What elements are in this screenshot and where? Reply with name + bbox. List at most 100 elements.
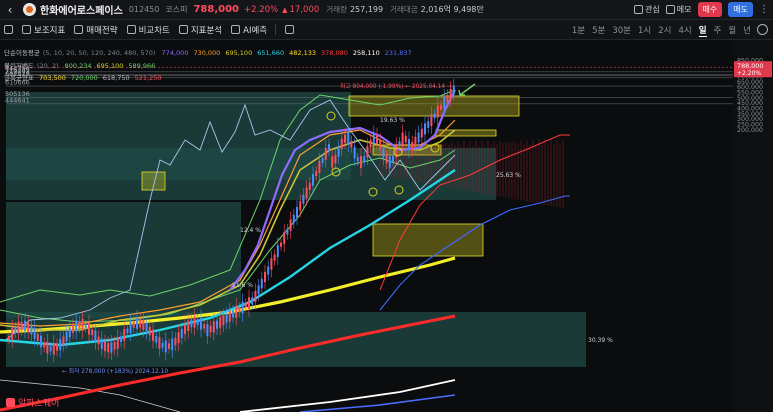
candle-body-0 xyxy=(8,336,10,340)
stock-name[interactable]: 한화에어로스페이스 xyxy=(40,2,123,17)
price-chart[interactable]: 7447967192027120736928296106665051364446… xyxy=(0,40,773,412)
candle-body-40 xyxy=(136,317,138,329)
period-tab-6[interactable]: 일 xyxy=(698,24,707,37)
candle-body-47 xyxy=(158,336,161,349)
indicator-button[interactable]: 보조지표 xyxy=(22,24,65,36)
candle-body-75 xyxy=(248,297,250,309)
candle-body-85 xyxy=(280,242,282,247)
period-tab-7[interactable]: 주 xyxy=(714,24,722,37)
candle-body-19 xyxy=(68,327,71,338)
candle-body-49 xyxy=(164,340,167,353)
period-tab-3[interactable]: 1시 xyxy=(638,24,651,37)
candle-body-81 xyxy=(267,266,270,275)
memo-button[interactable]: 메모 xyxy=(665,4,692,15)
candle-body-57 xyxy=(190,319,193,328)
period-tab-9[interactable]: 년 xyxy=(743,24,751,37)
period-tab-5[interactable]: 4시 xyxy=(678,24,691,37)
candle-body-86 xyxy=(283,232,286,245)
ma-legend[interactable]: 단순이동평균 (5, 10, 20, 50, 120, 240, 480, 570… xyxy=(4,47,417,57)
volume-value: 257,199 xyxy=(349,5,384,14)
change-absolute: 17,000 xyxy=(289,4,320,15)
analysis-icon xyxy=(178,25,188,34)
candle-body-91 xyxy=(299,201,302,211)
candle-body-119 xyxy=(388,156,391,168)
sell-button[interactable]: 매도 xyxy=(728,2,753,17)
company-logo xyxy=(23,3,36,16)
period-tab-8[interactable]: 월 xyxy=(728,24,736,37)
candle-body-66 xyxy=(219,317,222,328)
interest-label: 관심 xyxy=(645,5,660,14)
ai-label: AI예측 xyxy=(243,25,268,36)
candle-body-73 xyxy=(241,301,244,314)
candle-body-2 xyxy=(14,327,17,334)
ai-predict-button[interactable]: AI예측 xyxy=(231,24,267,36)
strategy-label: 매매전략 xyxy=(86,25,118,36)
candle-body-138 xyxy=(449,88,452,100)
candle-body-133 xyxy=(433,113,436,119)
ma-value-4: 482,133 xyxy=(289,49,316,57)
ichimoku-value-1: 720,000 xyxy=(70,74,98,82)
period-tab-4[interactable]: 2시 xyxy=(658,24,671,37)
screenshot-button[interactable] xyxy=(285,25,295,34)
candle-body-118 xyxy=(385,155,388,164)
stock-header-bar: ‹ 한화에어로스페이스 012450 코스피 788,000 +2.20% ▲ … xyxy=(0,0,773,20)
period-tab-1[interactable]: 5분 xyxy=(592,24,605,37)
candle-body-22 xyxy=(78,321,81,328)
settings-gear-icon[interactable] xyxy=(757,24,768,35)
panel-icon xyxy=(4,25,13,34)
candle-body-128 xyxy=(417,132,420,143)
candle-body-35 xyxy=(120,336,122,342)
candle-body-9 xyxy=(36,333,39,342)
candle-body-109 xyxy=(356,157,359,162)
candle-body-27 xyxy=(94,330,97,343)
watermark-text: 알파스퀘어 xyxy=(18,399,60,409)
ma-value-5: 378,080 xyxy=(321,49,348,57)
candle-body-72 xyxy=(238,307,241,313)
chart-toolbar: 보조지표 매매전략 비교차트 지표분석 AI예측 1분 5분 30분 1시 2시 4시 일 주… xyxy=(0,20,773,40)
candle-body-113 xyxy=(369,139,372,148)
candle-body-92 xyxy=(302,194,305,204)
strategy-button[interactable]: 매매전략 xyxy=(74,24,118,36)
candle-body-95 xyxy=(312,174,314,186)
candle-body-131 xyxy=(427,121,430,128)
back-arrow-icon[interactable]: ‹ xyxy=(3,3,17,17)
candle-body-5 xyxy=(24,320,26,332)
period-tab-2[interactable]: 30분 xyxy=(612,24,631,37)
more-menu-icon[interactable]: ⋮ xyxy=(759,4,769,15)
indicator-label: 보조지표 xyxy=(34,25,66,36)
amount-value: 2,016억 9,498만 xyxy=(420,5,484,14)
current-price: 788,000 xyxy=(193,4,239,15)
compare-label: 비교차트 xyxy=(138,25,170,36)
high-price-annotation: 최고 804,000 (-1.99%) ← 2025.04.14 → xyxy=(340,82,452,90)
up-triangle-icon: ▲ xyxy=(282,5,288,14)
candle-body-80 xyxy=(264,271,266,283)
memo-label: 메모 xyxy=(676,5,692,14)
ma-value-3: 651,660 xyxy=(257,49,285,57)
buy-button[interactable]: 매수 xyxy=(697,2,723,17)
candle-body-56 xyxy=(187,320,190,332)
candle-body-41 xyxy=(139,319,142,328)
interest-button[interactable]: 관심 xyxy=(634,4,660,15)
candle-body-52 xyxy=(174,337,177,346)
current-price-tag-change: +2.20% xyxy=(737,70,761,77)
indicator-icon xyxy=(22,25,31,34)
period-tab-0[interactable]: 1분 xyxy=(572,24,585,37)
candle-body-21 xyxy=(75,320,78,332)
candle-body-6 xyxy=(27,322,30,333)
candle-body-93 xyxy=(305,187,308,199)
candle-body-8 xyxy=(33,327,36,339)
sidebar-toggle[interactable] xyxy=(4,25,13,34)
analysis-button[interactable]: 지표분석 xyxy=(178,24,222,36)
candle-body-132 xyxy=(430,114,433,127)
pct-annotation-124: 12.4 % xyxy=(240,227,261,234)
bb-legend[interactable]: 볼린저밴드 (20, 2) 800,234 695,100 589,966 xyxy=(4,60,160,70)
candle-body-30 xyxy=(104,341,106,352)
candle-body-15 xyxy=(56,343,58,351)
highlight-box-1 xyxy=(435,129,497,137)
candle-body-55 xyxy=(184,324,186,335)
pct-annotation-1963: 19.63 % xyxy=(380,117,405,124)
ichimoku-legend[interactable]: 일목균형표 703,500 720,000 618,750 521,250 xyxy=(4,72,167,82)
market-name: 코스피 xyxy=(165,5,188,14)
candle-body-135 xyxy=(440,104,442,110)
compare-button[interactable]: 비교차트 xyxy=(126,24,170,36)
